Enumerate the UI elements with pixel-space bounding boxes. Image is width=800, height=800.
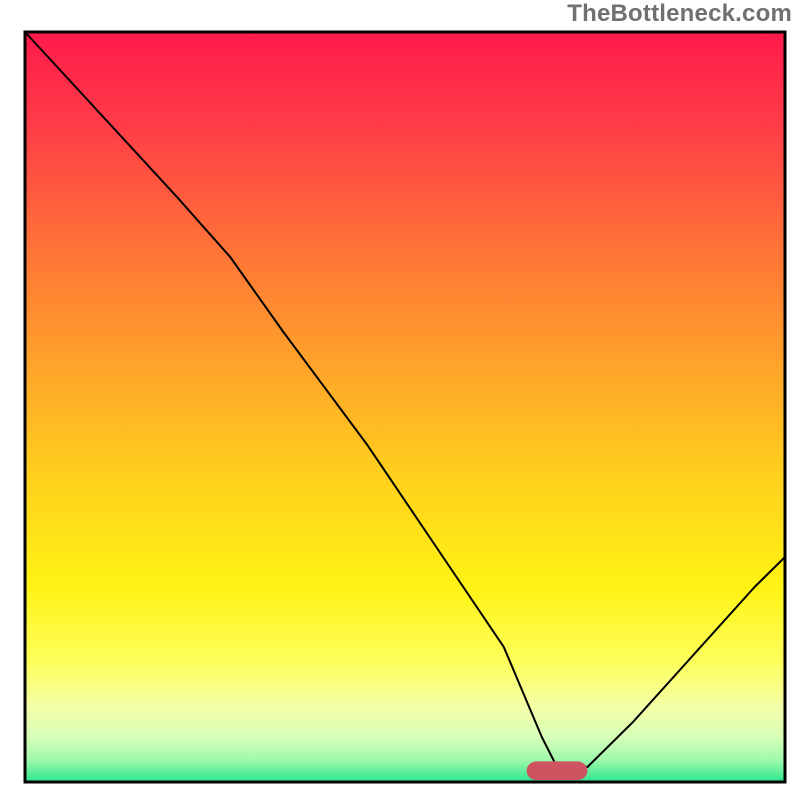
chart-svg: [0, 0, 800, 800]
chart-root: TheBottleneck.com: [0, 0, 800, 800]
gradient-bg: [25, 32, 785, 782]
marker-pill: [527, 761, 588, 780]
